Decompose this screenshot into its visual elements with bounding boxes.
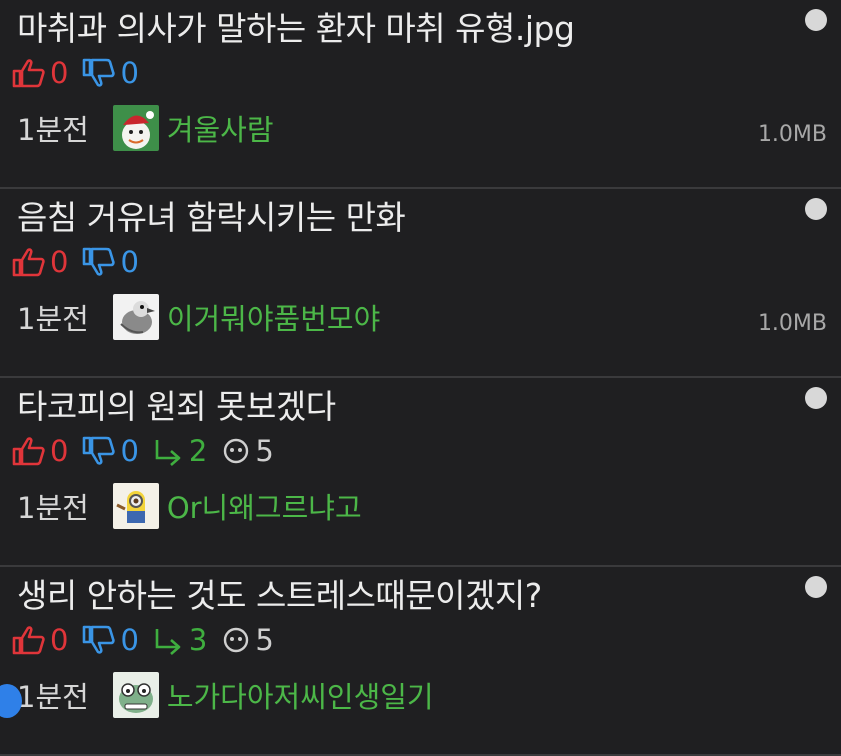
- post-time: 1분전: [17, 113, 89, 147]
- post-title[interactable]: 생리 안하는 것도 스트레스때문이겠지?: [17, 569, 542, 617]
- unread-dot-icon: [805, 198, 827, 220]
- view-stat: 5: [221, 434, 274, 468]
- dislike-count: 0: [120, 623, 139, 657]
- post-title[interactable]: 음침 거유녀 함락시키는 만화: [17, 191, 406, 239]
- author-name[interactable]: 겨울사람: [167, 107, 274, 149]
- author-name[interactable]: Or니왜그르냐고: [167, 485, 362, 527]
- post-item[interactable]: 타코피의 원죄 못보겠다 0 0 2 5 1분전 Or니왜그르냐고: [0, 378, 841, 567]
- post-stats: 0 0 2 5: [12, 433, 288, 469]
- eye-view-icon: [224, 438, 249, 464]
- like-stat[interactable]: 0: [12, 245, 68, 279]
- minion-avatar[interactable]: [112, 483, 159, 529]
- dislike-stat[interactable]: 0: [82, 56, 139, 90]
- like-stat[interactable]: 0: [12, 56, 68, 90]
- like-stat[interactable]: 0: [12, 434, 68, 468]
- reply-arrow-icon: [155, 629, 181, 655]
- post-stats: 0 0: [12, 55, 153, 91]
- post-item[interactable]: 생리 안하는 것도 스트레스때문이겠지? 0 0 3 5 1분전 노가다아저씨인…: [0, 567, 841, 756]
- unread-dot-icon: [805, 576, 827, 598]
- like-count: 0: [50, 623, 69, 657]
- eye-view-icon: [224, 627, 249, 653]
- post-meta: 1분전 겨울사람: [17, 104, 274, 152]
- view-count: 5: [255, 623, 274, 657]
- like-count: 0: [50, 434, 69, 468]
- post-title[interactable]: 타코피의 원죄 못보겠다: [17, 380, 336, 428]
- reply-arrow-icon: [155, 440, 181, 466]
- snowman-avatar[interactable]: [112, 105, 159, 151]
- thumbs-up-icon: [12, 437, 45, 466]
- post-item[interactable]: 음침 거유녀 함락시키는 만화 0 0 1분전 이거뭐야품번모야 1.0MB: [0, 189, 841, 378]
- file-size: 1.0MB: [757, 122, 827, 147]
- dislike-stat[interactable]: 0: [82, 623, 139, 657]
- thumbs-up-icon: [12, 626, 45, 655]
- reply-stat[interactable]: 2: [153, 434, 207, 468]
- thumbs-down-icon: [83, 436, 116, 465]
- reply-stat[interactable]: 3: [153, 623, 207, 657]
- dislike-count: 0: [120, 56, 139, 90]
- view-stat: 5: [221, 623, 274, 657]
- unread-dot-icon: [805, 387, 827, 409]
- dislike-stat[interactable]: 0: [82, 245, 139, 279]
- reply-count: 2: [188, 434, 208, 468]
- dislike-count: 0: [120, 245, 139, 279]
- post-item[interactable]: 마취과 의사가 말하는 환자 마취 유형.jpg 0 0 1분전 겨울사람 1.…: [0, 0, 841, 189]
- post-title[interactable]: 마취과 의사가 말하는 환자 마취 유형.jpg: [17, 2, 575, 50]
- author-name[interactable]: 이거뭐야품번모야: [167, 296, 380, 338]
- file-size: 1.0MB: [757, 311, 827, 336]
- like-count: 0: [50, 56, 69, 90]
- post-meta: 1분전 이거뭐야품번모야: [17, 293, 380, 341]
- thumbs-down-icon: [83, 58, 116, 87]
- post-meta: 1분전 Or니왜그르냐고: [17, 482, 362, 530]
- dislike-count: 0: [120, 434, 139, 468]
- like-count: 0: [50, 245, 69, 279]
- post-stats: 0 0 3 5: [12, 622, 288, 658]
- thumbs-down-icon: [83, 625, 116, 654]
- bird-avatar[interactable]: [112, 294, 159, 340]
- like-stat[interactable]: 0: [12, 623, 68, 657]
- unread-dot-icon: [805, 9, 827, 31]
- view-count: 5: [255, 434, 274, 468]
- post-time: 1분전: [17, 680, 89, 714]
- author-name[interactable]: 노가다아저씨인생일기: [167, 674, 434, 716]
- post-stats: 0 0: [12, 244, 153, 280]
- post-time: 1분전: [17, 302, 89, 336]
- reply-count: 3: [188, 623, 208, 657]
- dislike-stat[interactable]: 0: [82, 434, 139, 468]
- thumbs-up-icon: [12, 248, 45, 277]
- thumbs-up-icon: [12, 59, 45, 88]
- thumbs-down-icon: [83, 247, 116, 276]
- post-time: 1분전: [17, 491, 89, 525]
- frog-avatar[interactable]: [112, 672, 159, 718]
- post-meta: 1분전 노가다아저씨인생일기: [17, 671, 434, 719]
